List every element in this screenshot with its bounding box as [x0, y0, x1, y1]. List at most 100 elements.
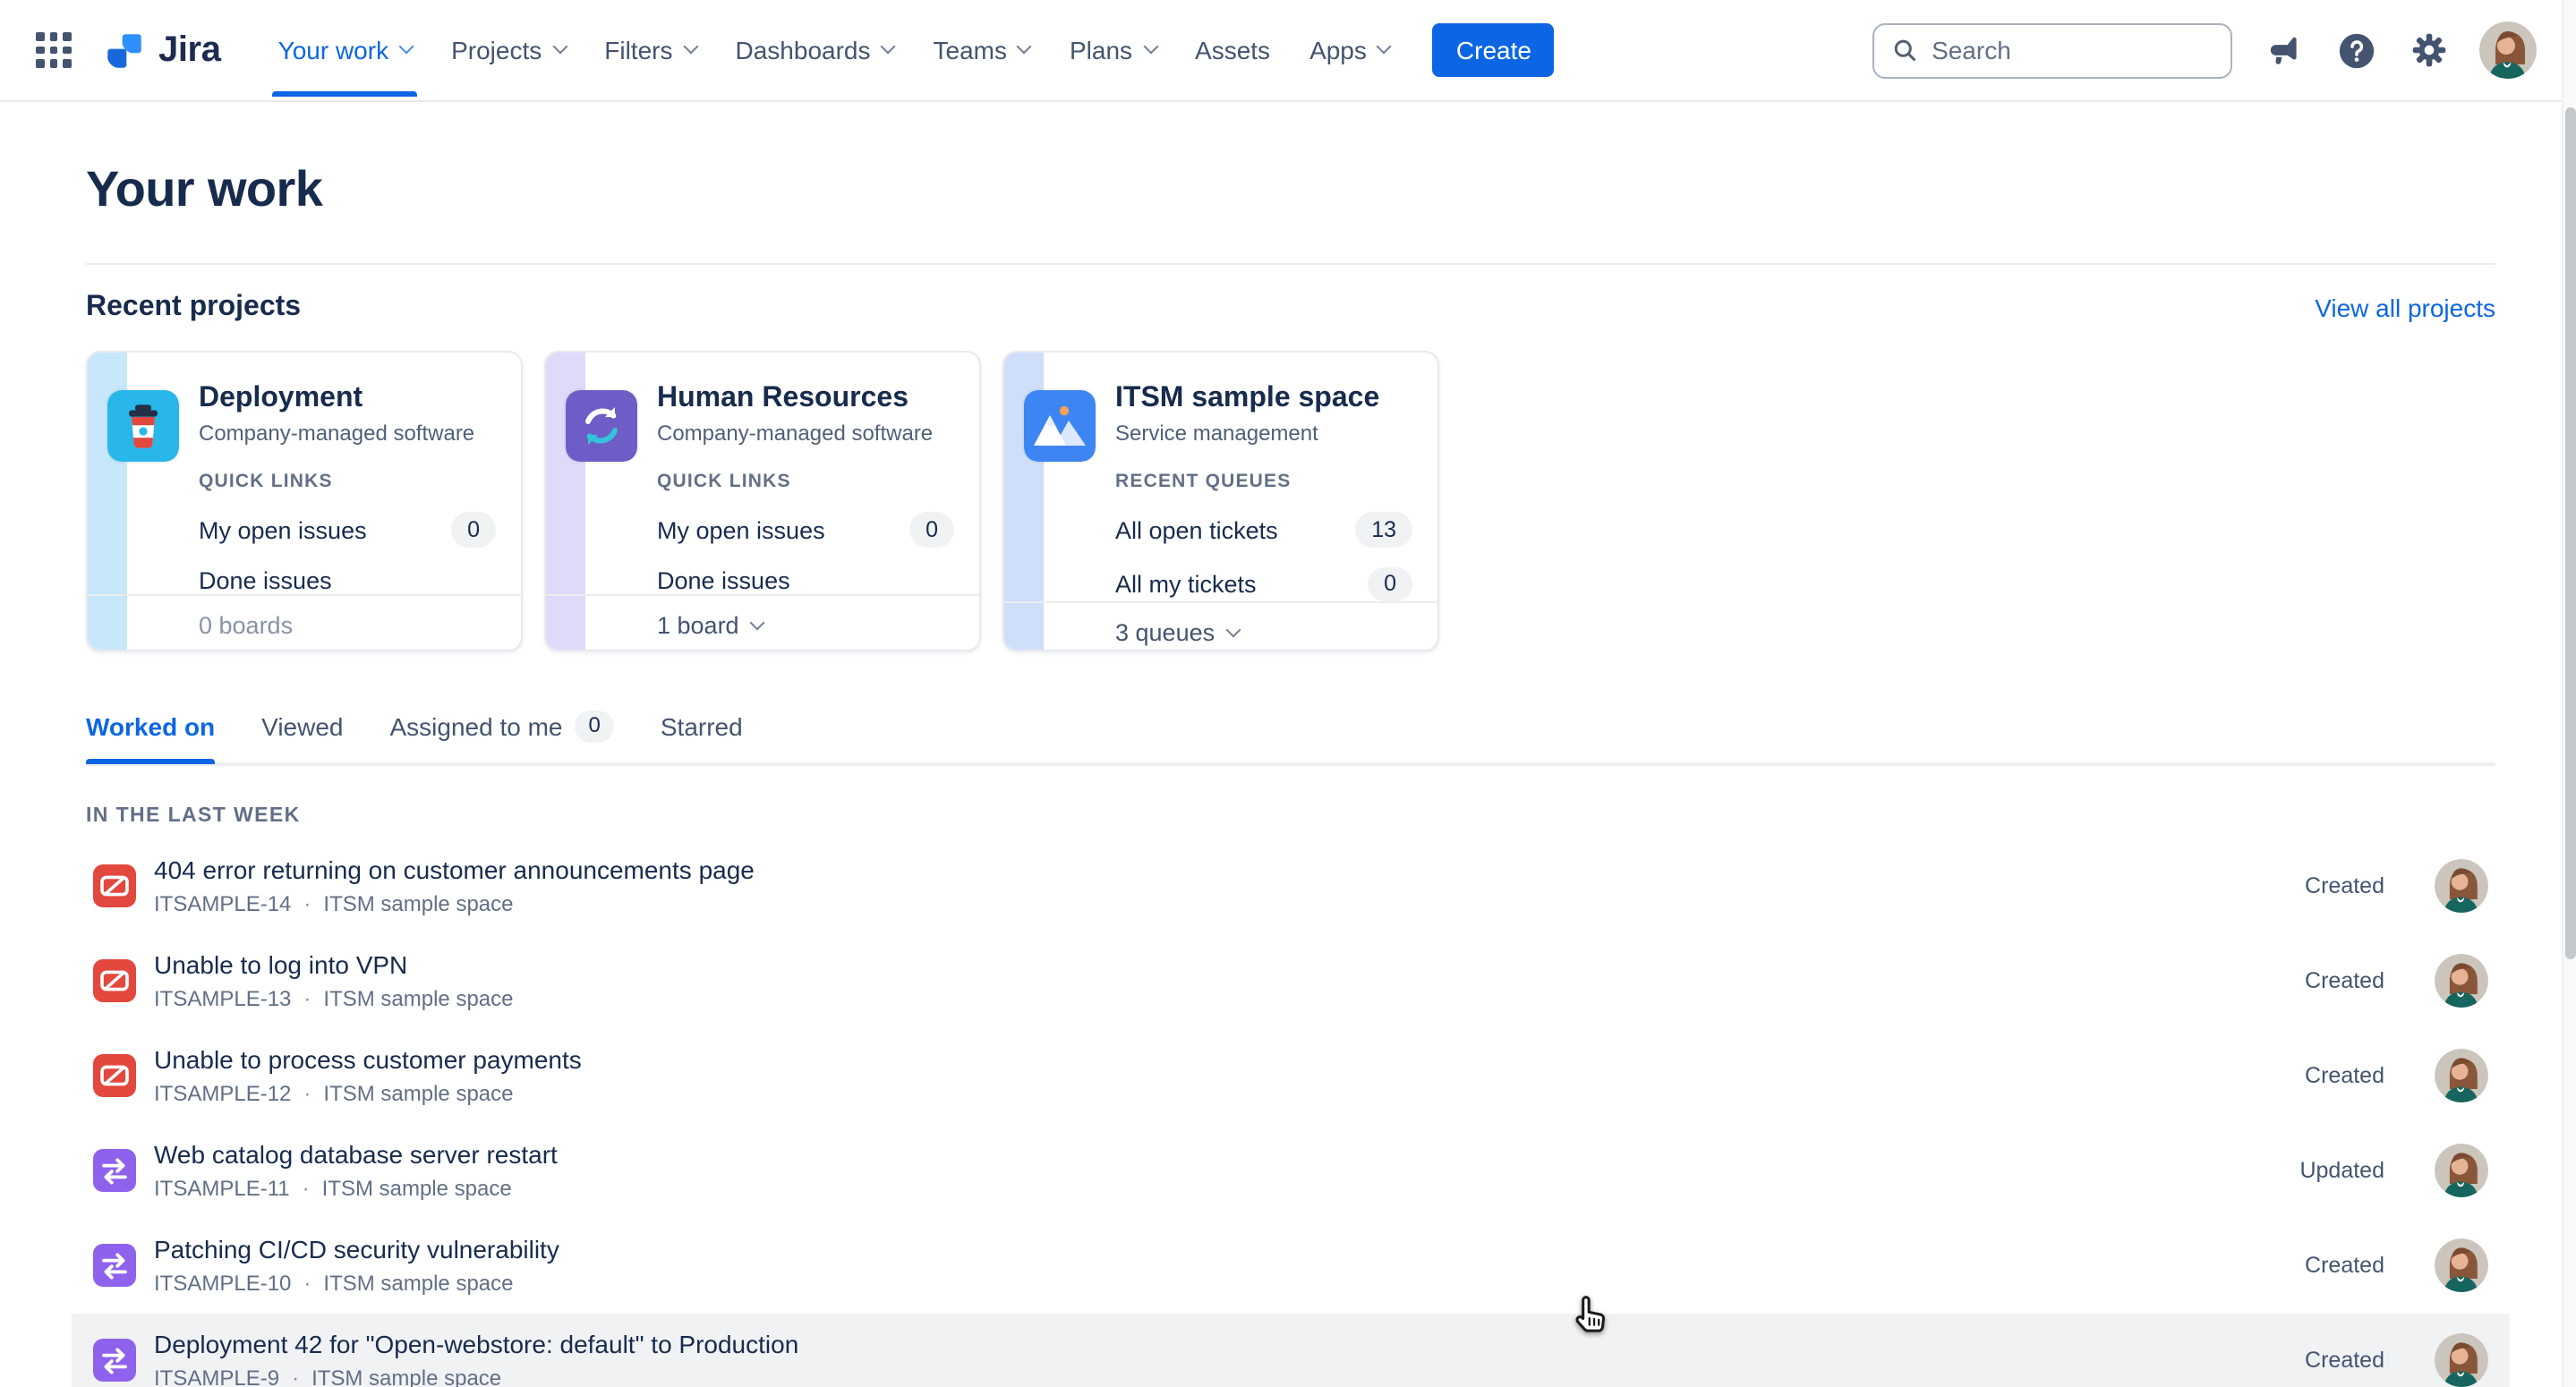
- tab-viewed[interactable]: Viewed: [261, 712, 343, 741]
- work-item-title[interactable]: Unable to log into VPN: [154, 950, 2287, 981]
- work-item-title[interactable]: Patching CI/CD security vulnerability: [154, 1235, 2287, 1265]
- search-input[interactable]: [1932, 36, 2213, 64]
- tab-assigned-to-me[interactable]: Assigned to me 0: [390, 711, 614, 742]
- issue-key: ITSAMPLE-11: [154, 1176, 290, 1201]
- chevron-down-icon: [399, 39, 414, 55]
- tab-starred[interactable]: Starred: [661, 712, 743, 741]
- main-content: Your work Recent projects View all proje…: [0, 161, 2576, 1387]
- assignee-avatar[interactable]: [2435, 1144, 2488, 1197]
- nav-item-teams[interactable]: Teams: [916, 21, 1048, 79]
- nav-item-projects[interactable]: Projects: [433, 21, 583, 79]
- chevron-down-icon: [1377, 39, 1392, 55]
- assignee-avatar[interactable]: [2435, 859, 2488, 913]
- project-card-itsm-sample-space[interactable]: ITSM sample space Service management REC…: [1002, 351, 1439, 651]
- work-tabs: Worked on Viewed Assigned to me 0 Starre…: [86, 711, 2495, 765]
- work-item-title[interactable]: Unable to process customer payments: [154, 1045, 2287, 1076]
- work-item-title[interactable]: 404 error returning on customer announce…: [154, 855, 2287, 886]
- assigned-count-badge: 0: [576, 711, 614, 742]
- tab-worked-on[interactable]: Worked on: [86, 712, 215, 741]
- issue-key: ITSAMPLE-14: [154, 891, 291, 916]
- assignee-avatar[interactable]: [2435, 1049, 2488, 1102]
- project-type: Service management: [1115, 421, 1412, 447]
- jira-logo-text: Jira: [158, 30, 221, 71]
- in-the-last-week-heading: IN THE LAST WEEK: [86, 804, 2495, 826]
- recent-project-cards: Deployment Company-managed software QUIC…: [86, 351, 2495, 651]
- settings-gear-icon[interactable]: [2406, 27, 2452, 73]
- incident-type-icon: [93, 959, 136, 1002]
- jira-logo-icon: [101, 28, 146, 72]
- work-item-row[interactable]: 404 error returning on customer announce…: [72, 838, 2510, 933]
- nav-item-plans[interactable]: Plans: [1052, 21, 1173, 79]
- project-type: Company-managed software: [199, 421, 496, 447]
- create-button[interactable]: Create: [1433, 23, 1555, 77]
- nav-item-dashboards[interactable]: Dashboards: [718, 21, 912, 79]
- jira-your-work-page: Jira Your work Projects Filters Dashboar…: [0, 0, 2576, 1387]
- incident-type-icon: [93, 864, 136, 907]
- nav-right-cluster: [1872, 21, 2537, 79]
- change-type-icon: [93, 1339, 136, 1382]
- activity-label: Created: [2305, 1063, 2384, 1088]
- top-navigation-bar: Jira Your work Projects Filters Dashboar…: [0, 0, 2576, 102]
- scrollbar-track[interactable]: [2562, 0, 2576, 1387]
- count-badge: 0: [1368, 566, 1412, 601]
- nav-item-your-work[interactable]: Your work: [260, 21, 431, 79]
- queue-link-all-my-tickets[interactable]: All my tickets 0: [1115, 566, 1412, 601]
- issue-space: ITSM sample space: [311, 1366, 501, 1387]
- activity-label: Created: [2305, 968, 2384, 993]
- quick-links-label: QUICK LINKS: [199, 472, 496, 493]
- incident-type-icon: [93, 1054, 136, 1097]
- nav-item-apps[interactable]: Apps: [1292, 21, 1408, 79]
- work-item-row[interactable]: Unable to log into VPN ITSAMPLE-13·ITSM …: [72, 933, 2510, 1028]
- project-card-deployment[interactable]: Deployment Company-managed software QUIC…: [86, 351, 523, 651]
- work-item-row-hovered[interactable]: Deployment 42 for "Open-webstore: defaul…: [72, 1313, 2510, 1387]
- chevron-down-icon: [552, 39, 567, 55]
- assignee-avatar[interactable]: [2435, 954, 2488, 1008]
- page-title: Your work: [86, 161, 2495, 218]
- work-item-row[interactable]: Patching CI/CD security vulnerability IT…: [72, 1218, 2510, 1313]
- announcements-megaphone-icon[interactable]: [2259, 27, 2306, 73]
- help-icon[interactable]: [2333, 27, 2379, 73]
- quick-link-done-issues[interactable]: Done issues: [199, 566, 496, 593]
- project-name[interactable]: Deployment: [199, 383, 496, 416]
- count-badge: 0: [451, 513, 496, 548]
- work-item-title[interactable]: Deployment 42 for "Open-webstore: defaul…: [154, 1330, 2287, 1360]
- search-box[interactable]: [1872, 22, 2232, 78]
- view-all-projects-link[interactable]: View all projects: [2315, 294, 2495, 322]
- count-badge: 13: [1355, 513, 1412, 548]
- issue-space: ITSM sample space: [323, 986, 513, 1011]
- quick-links-label: QUICK LINKS: [657, 472, 954, 493]
- assignee-avatar[interactable]: [2435, 1238, 2488, 1292]
- project-type: Company-managed software: [657, 421, 954, 447]
- project-name[interactable]: ITSM sample space: [1115, 383, 1412, 416]
- chevron-down-icon: [1225, 622, 1241, 637]
- scrollbar-thumb[interactable]: [2565, 107, 2576, 959]
- queue-link-all-open-tickets[interactable]: All open tickets 13: [1115, 513, 1412, 548]
- work-item-row[interactable]: Web catalog database server restart ITSA…: [72, 1123, 2510, 1218]
- jira-logo[interactable]: Jira: [101, 28, 221, 72]
- quick-link-my-open-issues[interactable]: My open issues 0: [199, 513, 496, 548]
- assignee-avatar[interactable]: [2435, 1333, 2488, 1387]
- work-item-row[interactable]: Unable to process customer payments ITSA…: [72, 1028, 2510, 1123]
- card-footer-board-selector[interactable]: 1 board: [546, 593, 979, 651]
- chevron-down-icon: [881, 39, 896, 55]
- activity-label: Created: [2305, 873, 2384, 898]
- card-footer-queue-selector[interactable]: 3 queues: [1004, 601, 1437, 651]
- issue-key: ITSAMPLE-10: [154, 1271, 291, 1296]
- card-footer-boards: 0 boards: [88, 593, 521, 651]
- search-icon: [1892, 36, 1917, 64]
- issue-space: ITSM sample space: [323, 891, 513, 916]
- quick-link-my-open-issues[interactable]: My open issues 0: [657, 513, 954, 548]
- issue-space: ITSM sample space: [323, 1081, 513, 1106]
- project-card-human-resources[interactable]: Human Resources Company-managed software…: [544, 351, 981, 651]
- project-name[interactable]: Human Resources: [657, 383, 954, 416]
- nav-item-assets[interactable]: Assets: [1177, 21, 1288, 79]
- chevron-down-icon: [1143, 39, 1158, 55]
- chevron-down-icon: [683, 39, 698, 55]
- issue-key: ITSAMPLE-9: [154, 1366, 279, 1387]
- quick-link-done-issues[interactable]: Done issues: [657, 566, 954, 593]
- divider: [86, 263, 2495, 265]
- user-avatar[interactable]: [2479, 21, 2537, 79]
- app-switcher-icon[interactable]: [36, 33, 71, 68]
- nav-item-filters[interactable]: Filters: [586, 21, 713, 79]
- work-item-title[interactable]: Web catalog database server restart: [154, 1140, 2282, 1170]
